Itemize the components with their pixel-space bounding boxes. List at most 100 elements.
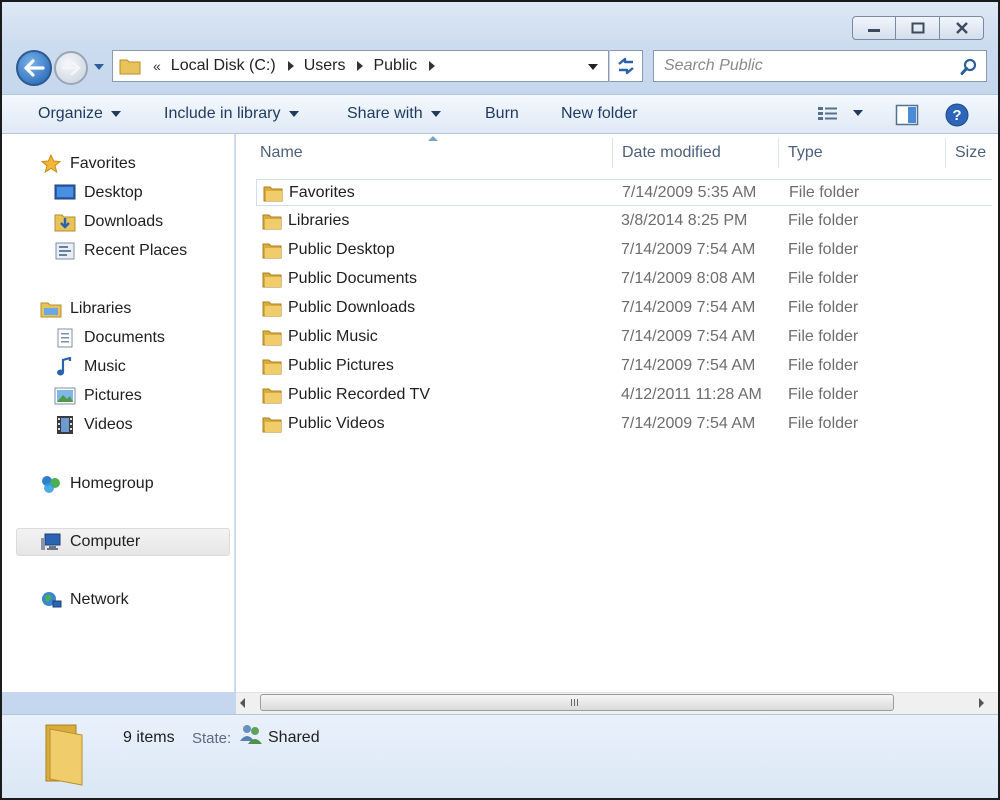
recent-places-icon (54, 241, 76, 261)
sidebar-item-label: Documents (84, 329, 165, 346)
file-date-modified: 7/14/2009 5:35 AM (622, 184, 757, 201)
sidebar-item-computer[interactable]: Computer (40, 532, 140, 552)
breadcrumb-users[interactable]: Users (304, 57, 346, 75)
documents-icon (54, 328, 76, 348)
column-header-size[interactable]: Size (955, 144, 986, 162)
sidebar-item-network[interactable]: Network (40, 590, 129, 610)
sidebar-item-label: Desktop (84, 184, 143, 201)
file-type: File folder (788, 241, 859, 258)
file-name: Public Videos (288, 415, 385, 432)
file-row[interactable]: Public Desktop 7/14/2009 7:54 AM File fold… (256, 237, 992, 264)
search-box (653, 50, 987, 82)
forward-button[interactable] (54, 51, 88, 85)
sidebar-item-label: Homegroup (70, 475, 154, 492)
music-icon (54, 357, 76, 377)
close-button[interactable] (940, 16, 984, 40)
file-row[interactable]: Public Recorded TV 4/12/2011 11:28 AM File… (256, 382, 992, 409)
breadcrumb-arrow-icon[interactable] (357, 61, 364, 71)
search-input[interactable] (664, 52, 954, 80)
sidebar-item-documents[interactable]: Documents (54, 328, 165, 348)
state-value: Shared (268, 729, 320, 746)
refresh-button[interactable] (609, 50, 643, 82)
column-divider[interactable] (778, 138, 779, 168)
search-icon[interactable] (960, 58, 978, 76)
sidebar-item-homegroup[interactable]: Homegroup (40, 474, 154, 494)
sidebar-item-label: Libraries (70, 300, 132, 317)
file-date-modified: 7/14/2009 7:54 AM (621, 415, 756, 432)
file-row[interactable]: Public Music 7/14/2009 7:54 AM File folder (256, 324, 992, 351)
folder-icon (262, 330, 282, 346)
file-row[interactable]: Libraries 3/8/2014 8:25 PM File folder (256, 208, 992, 235)
file-type: File folder (788, 357, 859, 374)
file-type: File folder (788, 299, 859, 316)
help-icon[interactable]: ? (945, 103, 969, 127)
sidebar-item-music[interactable]: Music (54, 357, 126, 377)
caption-buttons (852, 16, 984, 40)
file-type: File folder (789, 184, 860, 201)
address-overflow[interactable]: « (153, 58, 161, 74)
address-bar[interactable]: « Local Disk (C:) Users Public (112, 50, 609, 82)
include-in-library-menu[interactable]: Include in library (164, 105, 299, 123)
horizontal-scrollbar[interactable] (236, 692, 998, 714)
sidebar-item-libraries[interactable]: Libraries (40, 299, 131, 319)
dropdown-arrow-icon (288, 111, 299, 117)
folder-large-icon (45, 724, 83, 786)
file-date-modified: 7/14/2009 7:54 AM (621, 241, 756, 258)
recent-pages-dropdown-icon[interactable] (92, 62, 106, 72)
folder-icon (119, 59, 141, 75)
folder-icon (262, 243, 282, 259)
column-header-type[interactable]: Type (788, 144, 823, 162)
file-name: Public Documents (288, 270, 417, 287)
sidebar-item-pictures[interactable]: Pictures (54, 386, 142, 406)
state-label: State: (192, 730, 232, 747)
address-dropdown-icon[interactable] (588, 64, 598, 70)
column-divider[interactable] (945, 138, 946, 168)
scroll-right-icon[interactable] (979, 698, 984, 708)
minimize-button[interactable] (852, 16, 896, 40)
file-date-modified: 7/14/2009 7:54 AM (621, 357, 756, 374)
folder-icon (262, 388, 282, 404)
sidebar-item-videos[interactable]: Videos (54, 415, 133, 435)
breadcrumb-public[interactable]: Public (373, 57, 417, 75)
burn-button[interactable]: Burn (485, 105, 519, 123)
back-button[interactable] (16, 50, 52, 86)
scrollbar-thumb[interactable] (260, 694, 894, 711)
file-type: File folder (788, 386, 859, 403)
column-header-date-modified[interactable]: Date modified (622, 144, 721, 162)
file-row[interactable]: Public Videos 7/14/2009 7:54 AM File folde… (256, 411, 992, 438)
organize-menu[interactable]: Organize (38, 105, 121, 123)
file-date-modified: 7/14/2009 8:08 AM (621, 270, 756, 287)
column-header-name[interactable]: Name (260, 144, 303, 162)
dropdown-arrow-icon (110, 111, 121, 117)
folder-icon (262, 214, 282, 230)
folder-icon (262, 359, 282, 375)
sidebar-item-recent-places[interactable]: Recent Places (54, 241, 187, 261)
breadcrumb-arrow-icon[interactable] (287, 61, 294, 71)
dropdown-arrow-icon (853, 110, 863, 116)
column-divider[interactable] (612, 138, 613, 168)
folder-icon (262, 272, 282, 288)
restore-icon (911, 22, 924, 34)
breadcrumb-local-disk[interactable]: Local Disk (C:) (171, 57, 276, 75)
restore-button[interactable] (896, 16, 940, 40)
file-name: Public Downloads (288, 299, 416, 316)
file-name: Public Music (288, 328, 378, 345)
file-row[interactable]: Public Downloads 7/14/2009 7:54 AM File fo… (256, 295, 992, 322)
share-with-menu[interactable]: Share with (347, 105, 441, 123)
breadcrumb-arrow-icon[interactable] (429, 61, 436, 71)
sidebar-item-label: Computer (70, 533, 141, 550)
sidebar-item-desktop[interactable]: Desktop (54, 183, 143, 203)
file-row[interactable]: Public Pictures 7/14/2009 7:54 AM File fol… (256, 353, 992, 380)
sidebar-item-downloads[interactable]: Downloads (54, 212, 163, 232)
scroll-left-icon[interactable] (240, 698, 245, 708)
homegroup-icon (40, 474, 62, 494)
file-name: Public Pictures (288, 357, 394, 374)
change-view-button[interactable] (817, 105, 863, 121)
sidebar-item-favorites[interactable]: Favorites (40, 154, 136, 174)
preview-pane-icon[interactable] (895, 104, 919, 126)
file-row[interactable]: Public Documents 7/14/2009 8:08 AM File fo… (256, 266, 992, 293)
new-folder-button[interactable]: New folder (561, 105, 637, 123)
sort-ascending-icon (428, 136, 438, 141)
file-row[interactable]: Favorites 7/14/2009 5:35 AM File folder (256, 179, 992, 206)
star-icon (40, 154, 62, 174)
